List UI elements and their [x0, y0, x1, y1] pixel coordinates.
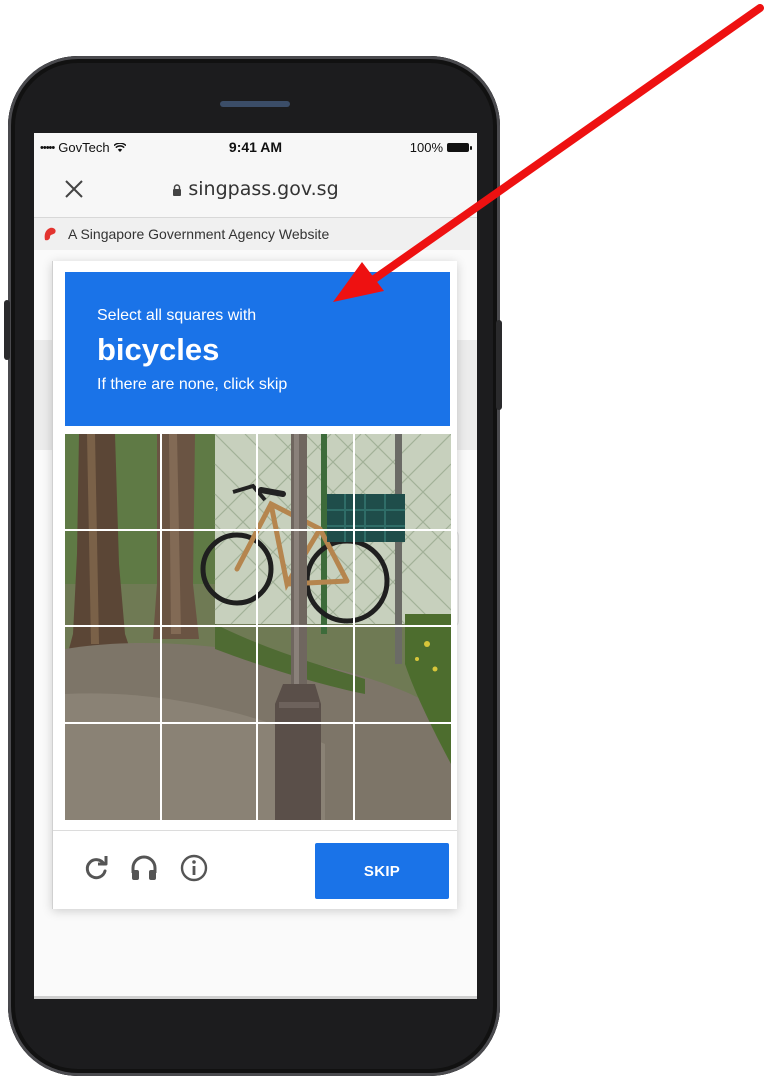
- captcha-cell[interactable]: [258, 723, 355, 820]
- browser-url-bar: singpass.gov.sg: [34, 161, 477, 218]
- captcha-cell[interactable]: [65, 723, 162, 820]
- captcha-image-grid: [65, 434, 451, 820]
- gov-banner: A Singapore Government Agency Website: [34, 218, 477, 250]
- captcha-instruction: Select all squares with: [97, 307, 257, 324]
- gov-banner-text: A Singapore Government Agency Website: [68, 226, 330, 242]
- battery-icon: [447, 143, 472, 152]
- lock-icon: [173, 184, 182, 196]
- captcha-footer-divider: [53, 830, 457, 831]
- captcha-cell[interactable]: [65, 627, 162, 724]
- captcha-cells: [65, 434, 451, 820]
- captcha-cell[interactable]: [162, 723, 258, 820]
- url-display[interactable]: singpass.gov.sg: [34, 178, 477, 200]
- status-battery-group: 100%: [409, 140, 472, 155]
- captcha-cell[interactable]: [161, 434, 258, 531]
- background-divider: [34, 996, 477, 999]
- captcha-target-word: bicycles: [97, 332, 220, 367]
- captcha-cell[interactable]: [161, 627, 258, 724]
- captcha-cell[interactable]: [258, 434, 355, 531]
- skip-button[interactable]: SKIP: [315, 843, 449, 899]
- captcha-cell[interactable]: [65, 434, 162, 531]
- phone-speaker: [220, 101, 290, 107]
- info-icon[interactable]: [179, 853, 209, 883]
- captcha-cell[interactable]: [354, 627, 451, 724]
- stage: ••••• GovTech 9:41 AM 100% singpass.gov.…: [0, 0, 765, 1081]
- captcha-hint: If there are none, click skip: [97, 376, 288, 393]
- phone-screen: ••••• GovTech 9:41 AM 100% singpass.gov.…: [34, 133, 477, 999]
- captcha-header: Select all squares with bicycles If ther…: [65, 272, 450, 426]
- phone-side-button: [4, 300, 10, 360]
- captcha-dialog: Select all squares with bicycles If ther…: [52, 261, 457, 909]
- captcha-cell[interactable]: [354, 531, 451, 627]
- captcha-cell[interactable]: [258, 530, 355, 627]
- battery-percent: 100%: [409, 140, 443, 155]
- headphones-icon[interactable]: [129, 853, 159, 883]
- url-text: singpass.gov.sg: [188, 178, 339, 200]
- captcha-cell[interactable]: [258, 627, 355, 724]
- captcha-cell[interactable]: [355, 724, 452, 821]
- captcha-cell[interactable]: [354, 434, 451, 531]
- phone-side-button: [496, 320, 502, 410]
- status-bar: ••••• GovTech 9:41 AM 100%: [34, 133, 477, 161]
- lion-head-icon: [44, 227, 56, 241]
- reload-icon[interactable]: [81, 853, 111, 883]
- captcha-cell[interactable]: [65, 530, 162, 627]
- captcha-cell[interactable]: [161, 530, 258, 627]
